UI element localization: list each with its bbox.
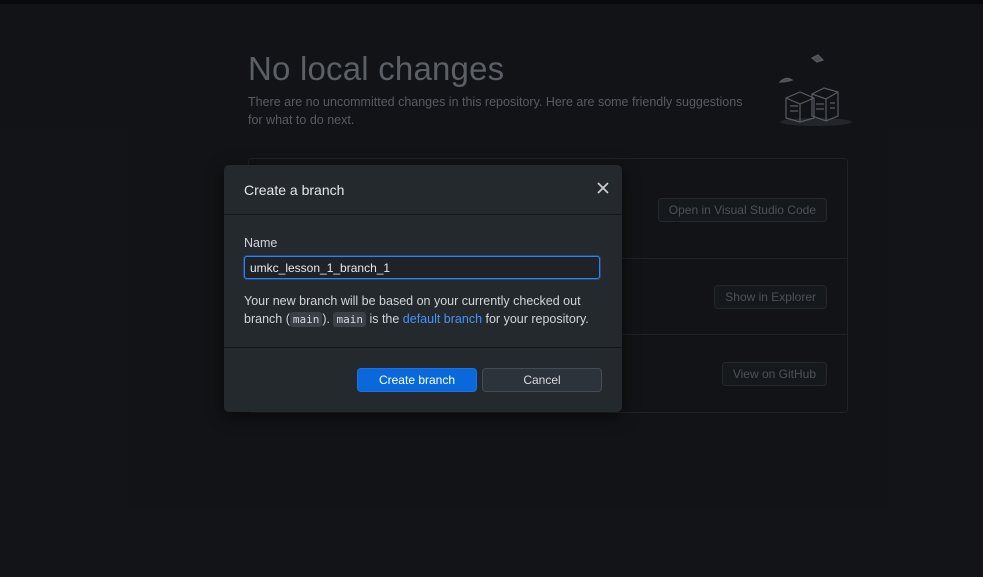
- dialog-body: Name Your new branch will be based on yo…: [224, 215, 622, 348]
- desc-text: is the: [365, 312, 403, 326]
- desc-text: for your repository.: [482, 312, 589, 326]
- current-branch-code: main: [289, 312, 323, 327]
- default-branch-link[interactable]: default branch: [403, 312, 482, 326]
- dialog-header: Create a branch: [224, 165, 622, 215]
- create-branch-button[interactable]: Create branch: [357, 368, 477, 392]
- close-icon[interactable]: [596, 181, 610, 195]
- name-label: Name: [244, 236, 278, 250]
- branch-name-input[interactable]: [244, 256, 600, 279]
- desc-text: ).: [322, 312, 334, 326]
- default-branch-code: main: [333, 312, 366, 327]
- cancel-button[interactable]: Cancel: [482, 368, 602, 392]
- dialog-title: Create a branch: [244, 182, 345, 198]
- create-branch-dialog: Create a branch Name Your new branch wil…: [224, 165, 622, 412]
- branch-description: Your new branch will be based on your cu…: [244, 292, 604, 329]
